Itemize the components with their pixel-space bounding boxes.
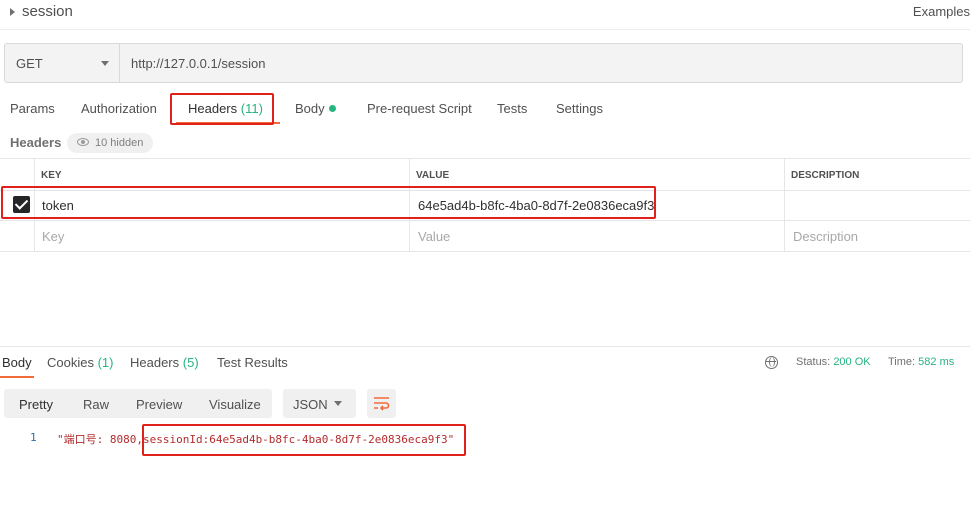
tab-settings[interactable]: Settings <box>556 101 603 116</box>
status-value: 200 OK <box>833 356 871 368</box>
tab-pre-request-script[interactable]: Pre-request Script <box>367 101 472 116</box>
time-readout: Time: 582 ms <box>888 356 954 368</box>
key-header: KEY <box>41 170 62 181</box>
url-bar: GET http://127.0.0.1/session <box>4 43 963 83</box>
table-row-empty: Key Value Description <box>0 221 970 252</box>
line-number: 1 <box>30 431 37 444</box>
cookies-count: (1) <box>97 355 114 370</box>
description-placeholder-cell[interactable]: Description <box>784 221 970 251</box>
view-preview[interactable]: Preview <box>136 397 182 412</box>
wrap-lines-icon <box>374 397 390 411</box>
view-raw[interactable]: Raw <box>83 397 109 412</box>
status-readout: Status: 200 OK <box>796 356 871 368</box>
hidden-headers-toggle[interactable]: 10 hidden <box>67 133 154 153</box>
response-headers-count: (5) <box>182 355 199 370</box>
view-pretty[interactable]: Pretty <box>19 397 53 412</box>
chevron-down-icon <box>101 61 109 66</box>
tab-params[interactable]: Params <box>10 101 55 116</box>
divider <box>0 29 970 30</box>
highlight-box <box>1 186 656 219</box>
tab-tests[interactable]: Tests <box>497 101 527 116</box>
examples-link[interactable]: Examples <box>913 4 970 19</box>
url-input[interactable]: http://127.0.0.1/session <box>131 56 265 71</box>
method-select[interactable]: GET <box>5 44 120 82</box>
key-placeholder-cell[interactable]: Key <box>34 221 410 251</box>
collapse-caret-icon[interactable] <box>10 8 15 16</box>
response-tab-body[interactable]: Body <box>2 355 32 370</box>
view-visualize[interactable]: Visualize <box>209 397 261 412</box>
response-tab-test-results[interactable]: Test Results <box>217 355 288 370</box>
divider <box>0 346 970 347</box>
highlight-box <box>170 93 274 125</box>
active-tab-indicator <box>0 376 34 378</box>
method-label: GET <box>16 56 43 71</box>
value-placeholder: Value <box>418 229 451 244</box>
description-cell[interactable] <box>784 190 970 220</box>
value-placeholder-cell[interactable]: Value <box>409 221 785 251</box>
globe-icon[interactable] <box>765 356 778 369</box>
status-dot-icon <box>328 105 336 112</box>
headers-section-title: Headers <box>10 135 62 150</box>
hidden-count-label: 10 hidden <box>95 137 144 149</box>
value-header: VALUE <box>416 170 450 181</box>
format-label: JSON <box>293 397 328 412</box>
key-placeholder: Key <box>42 229 65 244</box>
highlight-box <box>142 424 466 456</box>
eye-icon <box>77 138 89 146</box>
cookies-label: Cookies <box>47 355 94 370</box>
status-label: Status: <box>796 356 831 368</box>
description-placeholder: Description <box>793 229 859 244</box>
request-name: session <box>22 3 73 20</box>
response-tab-cookies[interactable]: Cookies (1) <box>47 355 113 370</box>
time-label: Time: <box>888 356 916 368</box>
response-headers-label: Headers <box>130 355 180 370</box>
time-value: 582 ms <box>918 356 955 368</box>
tab-authorization[interactable]: Authorization <box>81 101 157 116</box>
column-header-description: DESCRIPTION <box>784 159 970 190</box>
tab-body[interactable]: Body <box>295 101 336 116</box>
wrap-lines-button[interactable] <box>367 389 396 418</box>
description-header: DESCRIPTION <box>791 170 860 181</box>
response-tab-headers[interactable]: Headers (5) <box>130 355 199 370</box>
chevron-down-icon <box>334 401 342 406</box>
tab-body-label: Body <box>295 101 325 116</box>
